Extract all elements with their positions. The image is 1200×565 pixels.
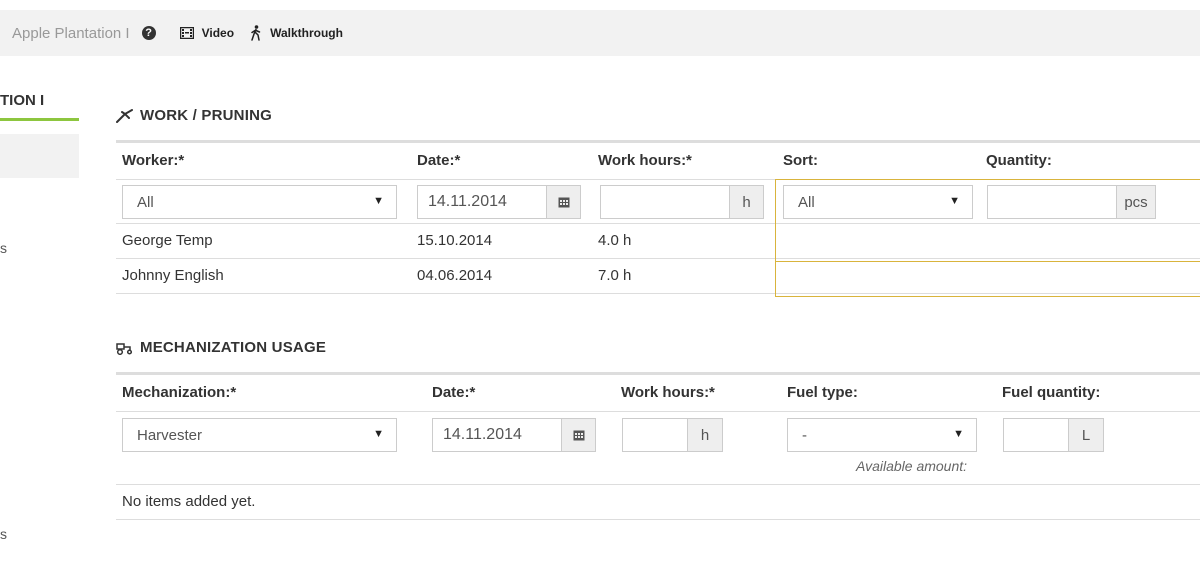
hours-header: Work hours:* bbox=[598, 152, 692, 169]
fuel-quantity-unit: L bbox=[1068, 418, 1104, 452]
work-date-calendar-button[interactable] bbox=[546, 185, 581, 219]
calendar-icon bbox=[558, 197, 569, 208]
work-table: Worker:* Date:* Work hours:* Sort: Quant… bbox=[116, 140, 1200, 294]
fuel-quantity-header: Fuel quantity: bbox=[1002, 384, 1101, 401]
caret-down-icon: ▼ bbox=[373, 195, 384, 207]
row-hours: 4.0 h bbox=[598, 232, 632, 249]
work-title-text: WORK / PRUNING bbox=[140, 107, 272, 124]
mechanization-select-value: Harvester bbox=[137, 426, 203, 444]
page-title: Apple Plantation I bbox=[12, 24, 130, 42]
sidebar-title: TION I bbox=[0, 92, 45, 109]
video-link[interactable]: Video bbox=[179, 26, 235, 40]
work-input-row: All ▼ 14.11.2014 h All ▼ pcs bbox=[116, 180, 1200, 224]
mech-section-title: MECHANIZATION USAGE bbox=[116, 339, 326, 356]
fuel-quantity-input[interactable] bbox=[1003, 418, 1069, 452]
row-hours: 7.0 h bbox=[598, 267, 632, 284]
calendar-icon bbox=[573, 430, 584, 441]
table-row[interactable]: Johnny English 04.06.2014 7.0 h bbox=[116, 259, 1200, 294]
available-amount-label: Available amount: bbox=[856, 458, 968, 474]
mechanization-select[interactable]: Harvester ▼ bbox=[122, 418, 397, 452]
sidebar-item-2[interactable]: s bbox=[0, 526, 7, 542]
fuel-type-header: Fuel type: bbox=[787, 384, 858, 401]
sort-column-divider bbox=[775, 179, 1200, 180]
mech-hours-input[interactable] bbox=[622, 418, 688, 452]
fuel-type-select[interactable]: - ▼ bbox=[787, 418, 977, 452]
walkthrough-link[interactable]: Walkthrough bbox=[250, 25, 343, 41]
mech-hours-unit: h bbox=[687, 418, 723, 452]
walkthrough-label: Walkthrough bbox=[270, 26, 343, 40]
mechanization-header: Mechanization:* bbox=[122, 384, 237, 401]
mech-hours-header: Work hours:* bbox=[621, 384, 715, 401]
caret-down-icon: ▼ bbox=[373, 428, 384, 440]
worker-select-value: All bbox=[137, 193, 154, 211]
quantity-unit: pcs bbox=[1116, 185, 1156, 219]
sort-select-value: All bbox=[798, 193, 815, 211]
quantity-input[interactable] bbox=[987, 185, 1117, 219]
pruning-icon bbox=[116, 108, 133, 123]
work-hours-input[interactable] bbox=[600, 185, 730, 219]
mech-date-header: Date:* bbox=[432, 384, 476, 401]
top-bar: Apple Plantation I ? Video Walkthrough bbox=[0, 10, 1200, 56]
table-row[interactable]: George Temp 15.10.2014 4.0 h bbox=[116, 224, 1200, 259]
film-icon bbox=[179, 27, 194, 39]
mech-table: Mechanization:* Date:* Work hours:* Fuel… bbox=[116, 372, 1200, 520]
caret-down-icon: ▼ bbox=[949, 195, 960, 207]
sidebar-item-active[interactable] bbox=[0, 134, 79, 178]
worker-header: Worker:* bbox=[122, 152, 185, 169]
row-date: 15.10.2014 bbox=[417, 232, 493, 249]
work-header-row: Worker:* Date:* Work hours:* Sort: Quant… bbox=[116, 140, 1200, 180]
mech-date-input[interactable]: 14.11.2014 bbox=[432, 418, 562, 452]
walk-icon bbox=[251, 25, 261, 41]
help-icon[interactable]: ? bbox=[141, 26, 156, 40]
mech-input-row: Harvester ▼ 14.11.2014 h - ▼ L Available… bbox=[116, 412, 1200, 485]
sort-select[interactable]: All ▼ bbox=[783, 185, 973, 219]
row-worker: Johnny English bbox=[122, 267, 224, 284]
work-date-input[interactable]: 14.11.2014 bbox=[417, 185, 547, 219]
date-header: Date:* bbox=[417, 152, 461, 169]
mech-header-row: Mechanization:* Date:* Work hours:* Fuel… bbox=[116, 372, 1200, 412]
sidebar-active-underline bbox=[0, 118, 79, 121]
tractor-icon bbox=[116, 342, 133, 355]
row-date: 04.06.2014 bbox=[417, 267, 493, 284]
worker-select[interactable]: All ▼ bbox=[122, 185, 397, 219]
sort-row-divider bbox=[775, 296, 1200, 297]
sort-column-edge bbox=[775, 179, 776, 296]
fuel-type-select-value: - bbox=[802, 426, 807, 444]
sort-header: Sort: bbox=[783, 152, 818, 169]
mech-date-calendar-button[interactable] bbox=[561, 418, 596, 452]
empty-state-row: No items added yet. bbox=[116, 485, 1200, 520]
work-section-title: WORK / PRUNING bbox=[116, 107, 272, 124]
mech-title-text: MECHANIZATION USAGE bbox=[140, 339, 327, 356]
row-worker: George Temp bbox=[122, 232, 213, 249]
caret-down-icon: ▼ bbox=[953, 428, 964, 440]
sidebar-item-1[interactable]: s bbox=[0, 240, 7, 256]
work-hours-unit: h bbox=[729, 185, 764, 219]
sort-row-divider bbox=[775, 261, 1200, 262]
empty-state-text: No items added yet. bbox=[122, 493, 256, 510]
quantity-header: Quantity: bbox=[986, 152, 1052, 169]
video-label: Video bbox=[201, 26, 235, 40]
